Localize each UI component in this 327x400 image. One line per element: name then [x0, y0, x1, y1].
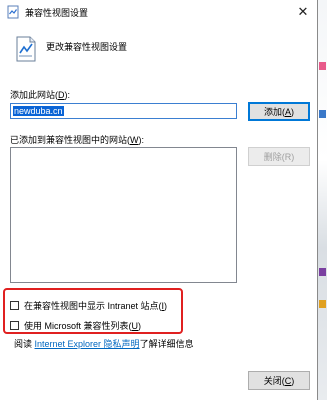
- privacy-text: 阅读 Internet Explorer 隐私声明了解详细信息: [14, 339, 194, 349]
- background-accent: [319, 110, 326, 118]
- intranet-label: 在兼容性视图中显示 Intranet 站点(I): [24, 301, 168, 311]
- ms-list-label: 使用 Microsoft 兼容性列表(U): [24, 321, 142, 331]
- background-window-strip: [318, 0, 327, 400]
- add-site-input[interactable]: newduba.cn: [10, 103, 237, 119]
- compatibility-view-icon: [7, 5, 19, 19]
- background-accent: [319, 300, 326, 308]
- window-title: 兼容性视图设置: [25, 7, 89, 18]
- close-icon[interactable]: ✕: [295, 4, 311, 20]
- add-site-input-value: newduba.cn: [13, 106, 64, 116]
- ms-list-checkbox[interactable]: [10, 321, 19, 330]
- added-sites-list[interactable]: [10, 147, 237, 283]
- add-site-label: 添加此网站(D):: [10, 90, 70, 100]
- intranet-option[interactable]: 在兼容性视图中显示 Intranet 站点(I): [10, 299, 167, 312]
- compatibility-view-dialog: 兼容性视图设置 ✕ 更改兼容性视图设置 添加此网站(D): newduba.cn…: [0, 0, 318, 400]
- title-bar[interactable]: 兼容性视图设置 ✕: [0, 0, 317, 24]
- remove-button[interactable]: 删除(R): [248, 147, 310, 166]
- add-button[interactable]: 添加(A): [248, 102, 310, 121]
- privacy-link[interactable]: Internet Explorer 隐私声明: [35, 339, 140, 349]
- ms-list-option[interactable]: 使用 Microsoft 兼容性列表(U): [10, 319, 141, 332]
- header-text: 更改兼容性视图设置: [46, 42, 128, 52]
- intranet-checkbox[interactable]: [10, 301, 19, 310]
- background-accent: [319, 268, 326, 276]
- added-sites-label: 已添加到兼容性视图中的网站(W):: [10, 135, 144, 145]
- compatibility-document-icon: [16, 36, 36, 62]
- background-accent: [319, 62, 326, 70]
- close-button[interactable]: 关闭(C): [248, 371, 310, 390]
